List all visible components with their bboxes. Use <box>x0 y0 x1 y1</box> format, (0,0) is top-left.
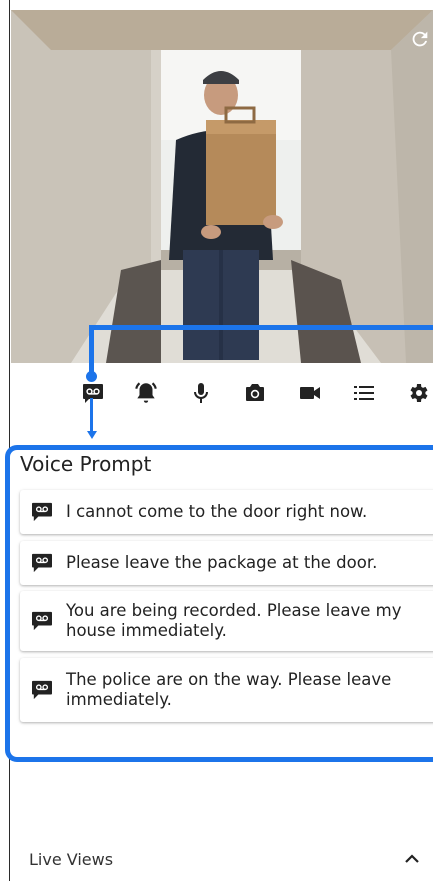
camera-feed <box>11 10 433 363</box>
voice-prompt-item[interactable]: Please leave the package at the door. <box>20 541 433 585</box>
voicemail-icon <box>32 680 52 700</box>
list-icon[interactable] <box>351 380 377 406</box>
voicemail-icon <box>32 502 52 522</box>
gear-icon[interactable] <box>405 380 431 406</box>
voice-prompt-item[interactable]: The police are on the way. Please leave … <box>20 658 433 722</box>
voice-prompt-item[interactable]: You are being recorded. Please leave my … <box>20 591 433 651</box>
voicemail-icon[interactable] <box>80 380 106 406</box>
camera-toolbar <box>11 363 433 423</box>
voice-prompt-item[interactable]: I cannot come to the door right now. <box>20 490 433 534</box>
highlight-arrow-line <box>90 398 93 434</box>
camera-feed-image <box>11 10 433 363</box>
highlight-line-top <box>89 325 433 330</box>
highlight-arrowhead <box>87 431 97 439</box>
voice-prompt-text: The police are on the way. Please leave … <box>66 670 392 709</box>
voicemail-icon <box>32 611 52 631</box>
microphone-icon[interactable] <box>188 380 214 406</box>
voice-prompt-text: Please leave the package at the door. <box>66 553 378 572</box>
voice-prompt-title: Voice Prompt <box>20 452 152 476</box>
video-icon[interactable] <box>297 380 323 406</box>
refresh-icon[interactable] <box>409 28 431 50</box>
voice-prompt-text: You are being recorded. Please leave my … <box>66 601 402 640</box>
camera-icon[interactable] <box>242 380 268 406</box>
highlight-dot <box>86 371 97 382</box>
alarm-bell-icon[interactable] <box>133 380 159 406</box>
chevron-up-icon[interactable] <box>404 852 420 866</box>
voice-prompt-text: I cannot come to the door right now. <box>66 502 368 521</box>
highlight-line-drop <box>89 325 94 377</box>
voicemail-icon <box>32 553 52 573</box>
live-views-label[interactable]: Live Views <box>29 850 113 869</box>
